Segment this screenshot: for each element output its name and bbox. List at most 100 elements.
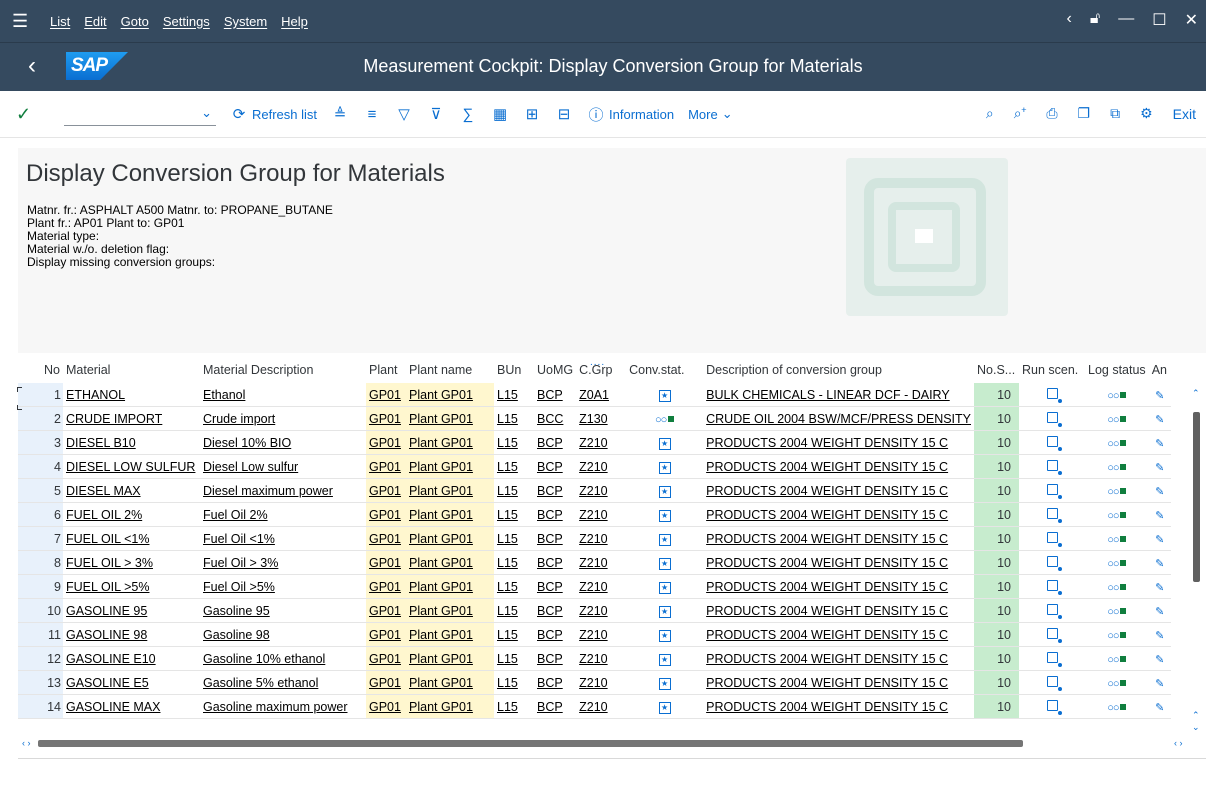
group-description-link[interactable]: PRODUCTS 2004 WEIGHT DENSITY 15 C: [703, 454, 974, 479]
horizontal-scrollbar[interactable]: ‹ › ‹ ›: [18, 738, 1193, 750]
uom-group-link[interactable]: BCP: [534, 430, 577, 455]
menu-list[interactable]: List: [50, 14, 70, 29]
base-unit-link[interactable]: L15: [494, 406, 534, 431]
conversion-group-link[interactable]: Z210: [576, 430, 627, 455]
menu-goto[interactable]: Goto: [121, 14, 149, 29]
uom-group-link[interactable]: BCP: [534, 526, 577, 551]
run-scenario-cell[interactable]: [1019, 574, 1085, 599]
analysis-icon[interactable]: ✎: [1155, 486, 1164, 498]
plant-link[interactable]: GP01: [366, 574, 406, 599]
base-unit-link[interactable]: L15: [494, 478, 534, 503]
conversion-status-cell[interactable]: ★: [626, 574, 704, 599]
collapse-chevron-icon[interactable]: ‹: [1067, 10, 1072, 30]
plant-name-link[interactable]: Plant GP01: [406, 406, 494, 431]
run-scenario-cell[interactable]: [1019, 670, 1085, 695]
log-status-icon[interactable]: ○○: [1107, 534, 1127, 546]
sort-descending-button[interactable]: ≡: [363, 106, 381, 123]
run-scenario-icon[interactable]: [1046, 483, 1062, 499]
analysis-icon[interactable]: ✎: [1155, 510, 1164, 522]
table-row[interactable]: 12 GASOLINE E10 Gasoline 10% ethanol GP01 Pl…: [18, 646, 1171, 671]
col-header-plant[interactable]: Plant: [366, 357, 406, 383]
conversion-group-link[interactable]: Z210: [576, 454, 627, 479]
conversion-group-link[interactable]: Z210: [576, 526, 627, 551]
base-unit-link[interactable]: L15: [494, 526, 534, 551]
material-link[interactable]: DIESEL B10: [63, 430, 200, 455]
plant-name-link[interactable]: Plant GP01: [406, 502, 494, 527]
print-icon[interactable]: ⎙: [1046, 105, 1057, 122]
plant-name-link[interactable]: Plant GP01: [406, 383, 494, 407]
col-header-nos[interactable]: No.S...: [974, 357, 1019, 383]
analysis-icon[interactable]: ✎: [1155, 702, 1164, 714]
group-description-link[interactable]: PRODUCTS 2004 WEIGHT DENSITY 15 C: [703, 598, 974, 623]
group-description-link[interactable]: PRODUCTS 2004 WEIGHT DENSITY 15 C: [703, 526, 974, 551]
conversion-group-link[interactable]: Z0A1: [576, 383, 627, 407]
conversion-group-link[interactable]: Z210: [576, 622, 627, 647]
base-unit-link[interactable]: L15: [494, 622, 534, 647]
group-description-link[interactable]: PRODUCTS 2004 WEIGHT DENSITY 15 C: [703, 550, 974, 575]
plant-link[interactable]: GP01: [366, 406, 406, 431]
col-header-conv-stat[interactable]: Conv.stat.: [626, 357, 703, 383]
col-header-uomg[interactable]: UoMG: [534, 357, 576, 383]
conversion-status-icon[interactable]: ★: [658, 558, 671, 570]
analysis-icon[interactable]: ✎: [1155, 414, 1164, 426]
col-header-cgrp[interactable]: C.Grp: [576, 357, 626, 383]
conversion-status-icon[interactable]: ★: [658, 486, 671, 498]
conversion-status-cell[interactable]: ★: [626, 694, 704, 719]
group-description-link[interactable]: PRODUCTS 2004 WEIGHT DENSITY 15 C: [703, 478, 974, 503]
analysis-icon[interactable]: ✎: [1155, 462, 1164, 474]
run-scenario-cell[interactable]: [1019, 454, 1085, 479]
conversion-status-cell[interactable]: ★: [626, 430, 704, 455]
run-scenario-icon[interactable]: [1046, 627, 1062, 643]
log-status-icon[interactable]: ○○: [1107, 582, 1127, 594]
log-status-icon[interactable]: ○○: [1107, 606, 1127, 618]
customize-icon[interactable]: ⚙: [1140, 105, 1153, 122]
base-unit-link[interactable]: L15: [494, 550, 534, 575]
spreadsheet-button[interactable]: ▦: [491, 105, 509, 123]
scroll-down-icon[interactable]: ⌄: [1192, 722, 1200, 733]
uom-group-link[interactable]: BCP: [534, 598, 577, 623]
uom-group-link[interactable]: BCP: [534, 383, 577, 407]
uom-group-link[interactable]: BCP: [534, 670, 577, 695]
analysis-cell[interactable]: ✎: [1148, 502, 1171, 527]
material-link[interactable]: CRUDE IMPORT: [63, 406, 200, 431]
base-unit-link[interactable]: L15: [494, 383, 534, 407]
group-description-link[interactable]: PRODUCTS 2004 WEIGHT DENSITY 15 C: [703, 574, 974, 599]
material-link[interactable]: DIESEL LOW SULFUR: [63, 454, 200, 479]
conversion-status-cell[interactable]: ★: [626, 646, 704, 671]
run-scenario-icon[interactable]: [1046, 579, 1062, 595]
log-status-icon[interactable]: ○○: [1107, 438, 1127, 450]
uom-group-link[interactable]: BCP: [534, 646, 577, 671]
material-description-link[interactable]: Diesel Low sulfur: [200, 454, 366, 479]
run-scenario-cell[interactable]: [1019, 383, 1085, 407]
log-status-cell[interactable]: ○○: [1085, 502, 1149, 527]
menu-system[interactable]: System: [224, 14, 267, 29]
conversion-status-cell[interactable]: ★: [626, 550, 704, 575]
analysis-cell[interactable]: ✎: [1148, 598, 1171, 623]
analysis-cell[interactable]: ✎: [1148, 670, 1171, 695]
conversion-group-link[interactable]: Z210: [576, 574, 627, 599]
run-scenario-icon[interactable]: [1046, 531, 1062, 547]
uom-group-link[interactable]: BCP: [534, 550, 577, 575]
run-scenario-icon[interactable]: [1046, 555, 1062, 571]
plant-link[interactable]: GP01: [366, 430, 406, 455]
conversion-group-link[interactable]: Z210: [576, 502, 627, 527]
table-row[interactable]: 7 FUEL OIL <1% Fuel Oil <1% GP01 Plant GP01 L…: [18, 526, 1171, 551]
command-field[interactable]: ⌄: [64, 103, 216, 126]
conversion-status-icon[interactable]: ★: [658, 534, 671, 546]
col-header-run-scen[interactable]: Run scen.: [1019, 357, 1085, 383]
menu-edit[interactable]: Edit: [84, 14, 106, 29]
material-link[interactable]: GASOLINE E5: [63, 670, 200, 695]
select-layout-button[interactable]: ⊟: [555, 105, 573, 123]
log-status-cell[interactable]: ○○: [1085, 622, 1149, 647]
new-window-icon[interactable]: ❐: [1078, 105, 1091, 122]
plant-name-link[interactable]: Plant GP01: [406, 454, 494, 479]
table-row[interactable]: 3 DIESEL B10 Diesel 10% BIO GP01 Plant GP01 L…: [18, 430, 1171, 455]
menu-help[interactable]: Help: [281, 14, 308, 29]
material-description-link[interactable]: Fuel Oil >5%: [200, 574, 366, 599]
conversion-status-icon[interactable]: ★: [658, 462, 671, 474]
table-row[interactable]: 13 GASOLINE E5 Gasoline 5% ethanol GP01 Plan…: [18, 670, 1171, 695]
table-row[interactable]: 5 DIESEL MAX Diesel maximum power GP01 Plant…: [18, 478, 1171, 503]
run-scenario-icon[interactable]: [1046, 651, 1062, 667]
material-description-link[interactable]: Gasoline maximum power: [200, 694, 366, 719]
base-unit-link[interactable]: L15: [494, 598, 534, 623]
